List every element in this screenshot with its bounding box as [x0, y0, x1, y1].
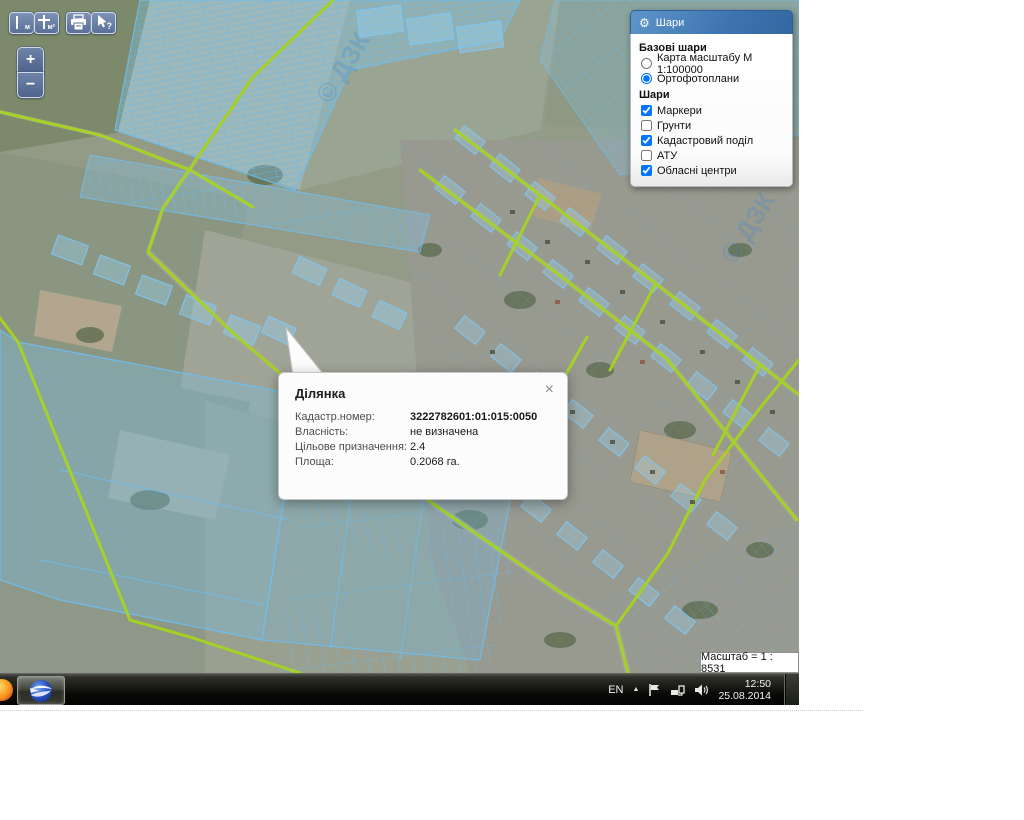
- checkbox-atu[interactable]: [641, 150, 652, 161]
- layer-option-cadastral-division[interactable]: Кадастровий поділ: [639, 133, 784, 148]
- printer-icon: [67, 13, 90, 33]
- google-earth-icon: [28, 678, 54, 704]
- app-icon-partial[interactable]: [0, 679, 13, 701]
- zoom-out-button[interactable]: −: [17, 72, 44, 98]
- parcel-info-popup: Ділянка × Кадастр.номер: 3222782601:01:0…: [278, 372, 568, 500]
- popup-row-ownership: Власність: не визначена: [295, 425, 551, 440]
- selection-dotted-line: [0, 710, 863, 711]
- popup-row-cadastral-number: Кадастр.номер: 3222782601:01:015:0050: [295, 410, 551, 425]
- layer-option-atu[interactable]: АТУ: [639, 148, 784, 163]
- layer-option-markers[interactable]: Маркери: [639, 103, 784, 118]
- popup-rows: Кадастр.номер: 3222782601:01:015:0050 Вл…: [279, 401, 567, 470]
- clock-time: 12:50: [745, 678, 771, 690]
- speaker-icon[interactable]: [694, 683, 709, 697]
- popup-title: Ділянка: [279, 373, 567, 401]
- network-icon[interactable]: [670, 683, 685, 697]
- scale-indicator: Масштаб = 1 : 8531: [700, 652, 799, 673]
- close-icon[interactable]: ×: [545, 382, 554, 398]
- measure-distance-button[interactable]: м: [9, 12, 34, 34]
- taskbar-google-earth-button[interactable]: [17, 676, 65, 705]
- layers-heading: Шари: [639, 89, 784, 101]
- layer-option-oblast-centers[interactable]: Обласні центри: [639, 163, 784, 178]
- layer-option-soils[interactable]: Грунти: [639, 118, 784, 133]
- checkbox-soils[interactable]: [641, 120, 652, 131]
- popup-row-area: Площа: 0.2068 га.: [295, 455, 551, 470]
- base-layer-option-map100000[interactable]: Карта масштабу М 1:100000: [639, 56, 784, 71]
- desktop: { "toolbar": { "measure_distance_sub": "…: [0, 0, 1024, 820]
- action-center-flag-icon[interactable]: [648, 683, 661, 697]
- show-desktop-button[interactable]: [784, 674, 799, 705]
- popup-row-purpose: Цільове призначення: 2.4: [295, 440, 551, 455]
- area-cross-icon: м²: [35, 13, 58, 33]
- layers-panel-header[interactable]: ⚙ Шари: [630, 10, 793, 34]
- layers-panel-body: Базові шари Карта масштабу М 1:100000 Ор…: [630, 34, 793, 187]
- language-indicator[interactable]: EN: [608, 684, 623, 696]
- checkbox-oblast-centers[interactable]: [641, 165, 652, 176]
- chevron-up-icon[interactable]: ▲: [633, 686, 640, 693]
- print-button[interactable]: [66, 12, 91, 34]
- clock[interactable]: 12:50 25.08.2014: [718, 678, 771, 702]
- layers-panel-title: Шари: [656, 17, 684, 29]
- radio-map100000[interactable]: [641, 58, 652, 69]
- identify-help-button[interactable]: ?: [91, 12, 116, 34]
- ruler-icon: м: [10, 13, 33, 33]
- checkbox-markers[interactable]: [641, 105, 652, 116]
- measure-area-button[interactable]: м²: [34, 12, 59, 34]
- layers-panel: ⚙ Шари Базові шари Карта масштабу М 1:10…: [630, 10, 793, 187]
- system-tray: EN ▲ 12:50 25.08.2014: [608, 674, 771, 705]
- clock-date: 25.08.2014: [718, 690, 771, 702]
- gear-icon: ⚙: [639, 17, 650, 29]
- zoom-in-button[interactable]: +: [17, 47, 44, 73]
- radio-ortho[interactable]: [641, 73, 652, 84]
- checkbox-cadastral-division[interactable]: [641, 135, 652, 146]
- taskbar: EN ▲ 12:50 25.08.2014: [0, 673, 799, 705]
